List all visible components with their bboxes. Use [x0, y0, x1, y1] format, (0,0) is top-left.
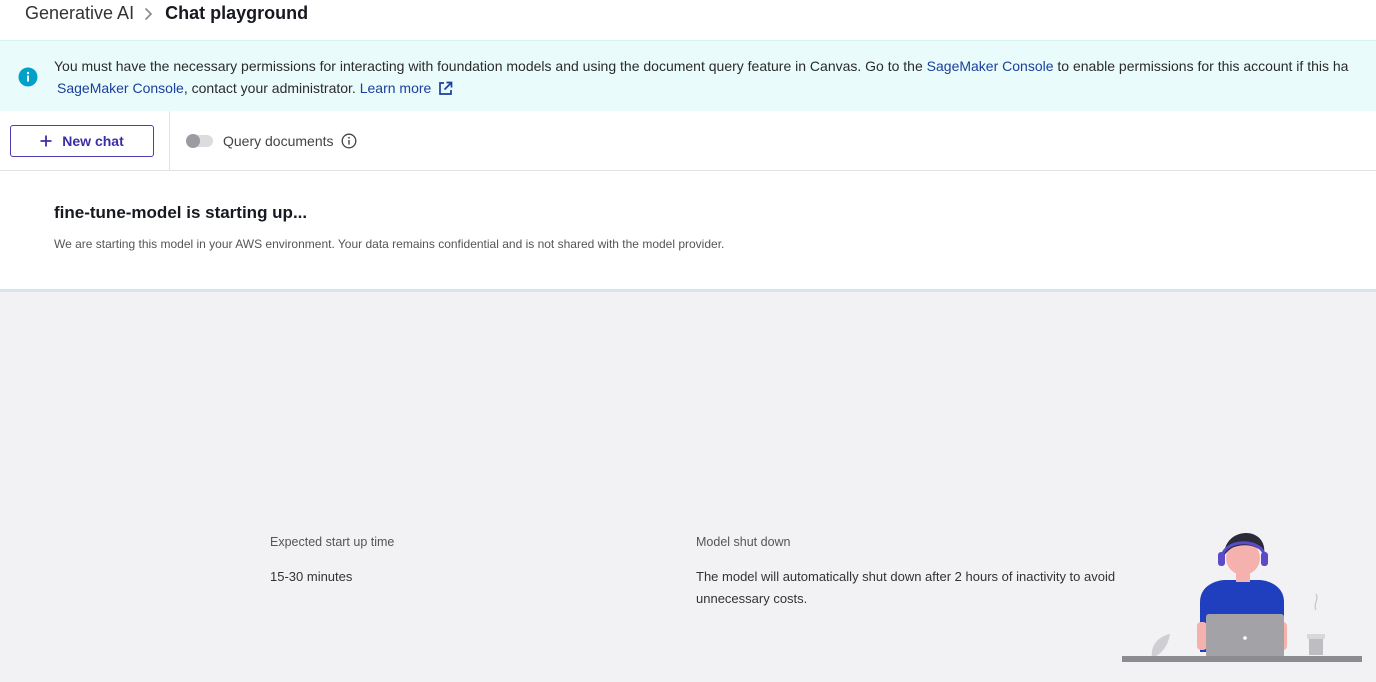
top-bar: Generative AI Chat playground	[0, 0, 1376, 40]
chat-toolbar: New chat Query documents	[0, 111, 1376, 171]
external-link-icon[interactable]	[438, 80, 453, 102]
info-circle-icon[interactable]	[341, 133, 357, 154]
sagemaker-console-link-2[interactable]: SageMaker Console	[57, 80, 184, 96]
page-title: Chat playground	[165, 3, 309, 23]
banner-text-after: to enable permissions for this account i…	[1053, 58, 1349, 74]
new-chat-button[interactable]: New chat	[10, 125, 154, 157]
banner-text: You must have the necessary permissions …	[54, 58, 927, 74]
chevron-right-icon	[144, 7, 153, 21]
breadcrumb: Generative AI Chat playground	[25, 3, 308, 24]
shutdown-label: Model shut down	[696, 535, 791, 549]
status-description: We are starting this model in your AWS e…	[54, 237, 725, 251]
plus-icon	[40, 135, 52, 147]
shutdown-value: The model will automatically shut down a…	[696, 569, 1116, 606]
sagemaker-console-link[interactable]: SageMaker Console	[927, 58, 1054, 74]
breadcrumb-generative-ai[interactable]: Generative AI	[25, 3, 134, 24]
status-title: fine-tune-model is starting up...	[54, 203, 308, 222]
shutdown-info: Model shut down The model will automatic…	[696, 535, 1136, 610]
learn-more-link[interactable]: Learn more	[360, 80, 432, 96]
startup-time-value: 15-30 minutes	[270, 569, 353, 584]
new-chat-label: New chat	[62, 133, 124, 149]
banner-line-1: You must have the necessary permissions …	[54, 55, 1348, 77]
startup-time-label: Expected start up time	[270, 535, 395, 549]
query-documents-label: Query documents	[223, 133, 334, 149]
banner-line-2: SageMaker Console, contact your administ…	[57, 77, 453, 102]
toggle-knob	[186, 134, 200, 148]
query-documents-toggle[interactable]	[186, 134, 213, 148]
model-status-panel: fine-tune-model is starting up... We are…	[0, 171, 1376, 292]
info-icon	[18, 67, 38, 93]
banner-text-line2: , contact your administrator.	[183, 80, 360, 96]
person-at-laptop-illustration	[1120, 530, 1364, 675]
toolbar-divider	[169, 111, 170, 170]
permissions-banner: You must have the necessary permissions …	[0, 40, 1376, 112]
startup-time-info: Expected start up time 15-30 minutes	[270, 535, 394, 588]
